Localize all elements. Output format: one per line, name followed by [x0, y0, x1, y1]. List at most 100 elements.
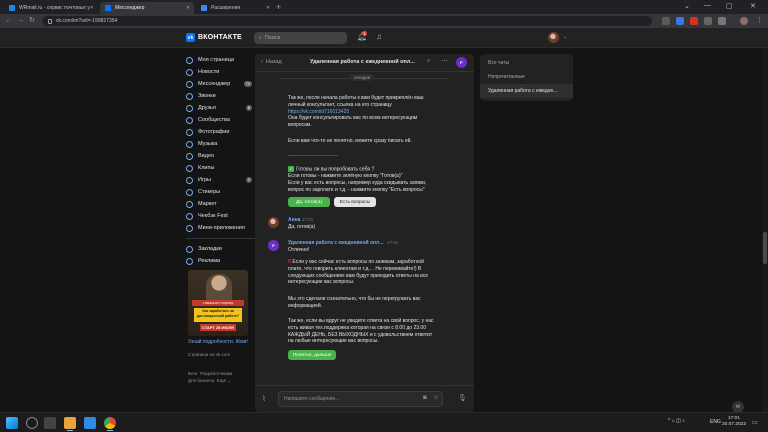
attach-paperclip-icon[interactable]: ⌇	[262, 394, 266, 403]
sidebar-item-news[interactable]: Новости	[186, 66, 256, 78]
app-icon[interactable]	[64, 417, 76, 431]
search-icon[interactable]: ⌕	[427, 58, 430, 65]
avatar[interactable]: P	[268, 240, 279, 251]
sidebar-item-music[interactable]: Музыка	[186, 138, 256, 150]
scrollbar-thumb[interactable]	[763, 232, 767, 264]
sidebar-item-games[interactable]: Игры 2	[186, 174, 256, 186]
apps-icon	[186, 224, 193, 232]
minimize-button[interactable]: —	[704, 2, 711, 9]
forward-arrow-icon[interactable]: →	[17, 17, 24, 25]
windows-start-icon[interactable]	[6, 417, 18, 429]
task-view-icon[interactable]	[44, 417, 56, 429]
sidebar-item-ads[interactable]: Реклама	[186, 255, 256, 267]
sidebar-item-video[interactable]: Видео	[186, 150, 256, 162]
message-author[interactable]: Удаленная работа с ежедневной опл...	[288, 240, 383, 246]
page-scrollbar[interactable]	[762, 48, 768, 412]
extensions-puzzle-icon[interactable]	[718, 17, 726, 25]
browser-tab-messenger[interactable]: Мессенджер ✕	[100, 2, 194, 14]
filter-all-chats[interactable]: Все чаты	[480, 56, 573, 70]
extension-icon[interactable]	[690, 17, 698, 25]
message-line: Она будет консультировать вас по всем ин…	[288, 115, 418, 122]
footer-link-blog[interactable]: Блог	[188, 371, 198, 376]
filter-current-chat[interactable]: Удаленная работа с ежедне...	[480, 84, 573, 98]
chevron-down-icon[interactable]: ⌄	[563, 34, 567, 40]
app-icon[interactable]	[84, 417, 96, 429]
music-note-icon[interactable]: ♫	[376, 32, 382, 41]
message-line: вопросам.	[288, 122, 312, 129]
sticker-icon	[186, 188, 193, 196]
sidebar-item-messenger[interactable]: Мессенджер 74	[186, 78, 256, 90]
sidebar-ad-banner[interactable]: 2 ВЕБИНАР ПОДРЯД Как заработать на диста…	[188, 270, 248, 336]
maximize-button[interactable]: ▢	[726, 2, 733, 10]
extension-icon[interactable]	[704, 17, 712, 25]
footer-link-business[interactable]: Для бизнеса	[188, 378, 214, 383]
questions-button[interactable]: Есть вопросы	[334, 197, 376, 207]
extensions-favicon-icon	[201, 5, 207, 11]
browser-tab-extensions[interactable]: Расширения ✕	[196, 2, 274, 14]
sidebar-item-label: Друзья	[198, 105, 216, 111]
sidebar-item-photos[interactable]: Фотографии	[186, 126, 256, 138]
chat-avatar[interactable]: P	[456, 57, 467, 68]
new-tab-button[interactable]: +	[276, 3, 281, 12]
language-indicator[interactable]: ENG	[710, 419, 721, 425]
message-input[interactable]: Напишите сообщение...	[278, 391, 443, 407]
emoji-icon[interactable]: ☺	[433, 395, 439, 401]
sidebar-item-mini-apps[interactable]: Мини-приложения	[186, 222, 256, 234]
close-tab-icon[interactable]: ✕	[90, 5, 94, 11]
close-tab-icon[interactable]: ✕	[266, 5, 270, 11]
games-icon	[186, 176, 193, 184]
sidebar-item-clips[interactable]: Клипы	[186, 162, 256, 174]
close-tab-icon[interactable]: ✕	[186, 5, 190, 11]
sidebar-item-market[interactable]: Маркет	[186, 198, 256, 210]
sidebar-item-my-page[interactable]: Моя страница	[186, 54, 256, 66]
sidebar-item-label: Чекбэк Fest	[198, 213, 228, 219]
clock-date: 20.07.2022	[722, 422, 747, 427]
user-avatar[interactable]	[548, 32, 559, 43]
camera-icon[interactable]: ◙	[423, 395, 427, 401]
notification-icon[interactable]: ▭	[752, 419, 758, 426]
check-icon: ✓	[288, 166, 294, 172]
chrome-icon[interactable]	[104, 417, 116, 431]
chat-filters-panel: Все чаты Непрочитанные Удаленная работа …	[480, 54, 573, 101]
chat-title[interactable]: Удаленная работа с ежедневной опл...	[310, 59, 415, 65]
message-line: плате, что говорить клиентам и т.д.. . Н…	[288, 265, 422, 272]
system-tray-icons[interactable]: ^ ⌂ ◫ ♪	[668, 418, 685, 424]
sidebar-item-checkback[interactable]: Чекбэк Fest	[186, 210, 256, 222]
back-arrow-icon[interactable]: ←	[5, 17, 12, 25]
browser-tab-mail[interactable]: WRmail.ru - сервис почтовых у ✕	[4, 2, 98, 14]
sidebar-item-calls[interactable]: Звонки	[186, 90, 256, 102]
extension-icon[interactable]	[676, 17, 684, 25]
close-window-button[interactable]: ✕	[750, 2, 756, 10]
footer-link-more[interactable]: Ещё ⌄	[217, 378, 231, 383]
ready-button[interactable]: Да, готов(а)	[288, 197, 330, 207]
extension-icon[interactable]	[662, 17, 670, 25]
sidebar-item-friends[interactable]: Друзья 8	[186, 102, 256, 114]
back-button[interactable]: ‹ Назад	[261, 59, 282, 65]
message-text: ✓ Готовы ли вы попробовать себя ? Если го…	[288, 166, 468, 194]
avatar[interactable]	[268, 217, 279, 228]
more-icon[interactable]: ⋯	[441, 57, 448, 65]
browser-menu-icon[interactable]: ⋮	[756, 17, 763, 25]
date-separator: сегодня	[350, 74, 375, 81]
system-clock[interactable]: 17:01 20.07.2022	[722, 416, 746, 428]
windows-taskbar: ^ ⌂ ◫ ♪ ENG 17:01 20.07.2022 ▭	[0, 412, 768, 432]
double-exclamation-icon: ‼	[288, 259, 292, 265]
address-bar[interactable]: vk.com/im?sel=-199827354	[42, 16, 652, 26]
microphone-icon[interactable]: 🎙︎	[458, 394, 467, 402]
sidebar-item-communities[interactable]: Сообщества	[186, 114, 256, 126]
message-author[interactable]: Анна	[288, 217, 300, 223]
message-divider: __________________	[288, 151, 339, 157]
search-icon[interactable]	[26, 417, 38, 429]
sidebar-item-bookmarks[interactable]: Закладки	[186, 243, 256, 255]
tab-search-icon[interactable]: ⌄	[684, 2, 690, 10]
vk-logo[interactable]: vk ВКОНТАКТЕ	[186, 33, 242, 42]
consultant-link[interactable]: https://vk.com/id716013425	[288, 109, 468, 116]
search-input[interactable]: ⌕ Поиск	[254, 32, 347, 44]
ad-link[interactable]: Узнай подробности. Жми!	[188, 339, 248, 345]
browser-avatar-icon[interactable]	[740, 17, 748, 25]
footer-link-developers[interactable]: Разработчикам	[200, 371, 232, 376]
continue-button[interactable]: Понятно, дальше	[288, 350, 336, 360]
filter-unread[interactable]: Непрочитанные	[480, 70, 573, 84]
reload-icon[interactable]: ↻	[29, 17, 35, 25]
sidebar-item-stickers[interactable]: Стикеры	[186, 186, 256, 198]
